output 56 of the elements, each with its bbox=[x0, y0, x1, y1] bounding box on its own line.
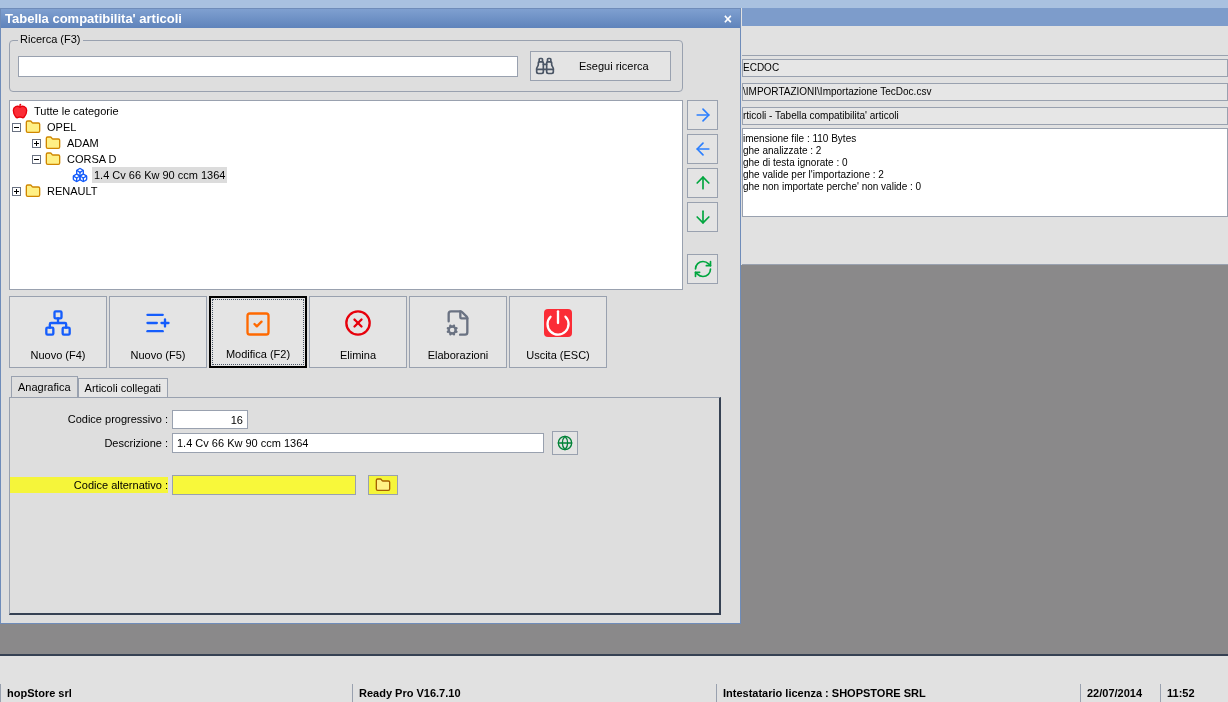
toolbar-button[interactable]: Nuovo (F5) bbox=[109, 296, 207, 368]
status-cell: Intestatario licenza : SHOPSTORE SRL bbox=[716, 684, 1080, 702]
status-cell: Ready Pro V16.7.10 bbox=[352, 684, 716, 702]
folder-icon bbox=[375, 477, 391, 493]
search-field[interactable] bbox=[18, 55, 518, 77]
status-cell: 22/07/2014 bbox=[1080, 684, 1160, 702]
folder-icon bbox=[25, 119, 41, 135]
number-field[interactable]: 16 bbox=[172, 410, 248, 429]
tree-add-icon bbox=[44, 309, 72, 337]
refresh-button[interactable] bbox=[687, 254, 718, 284]
window-title: Tabella compatibilita' articoli bbox=[5, 9, 182, 28]
field-label: Codice progressivo : bbox=[66, 412, 168, 428]
power-icon bbox=[544, 309, 572, 337]
folder-icon bbox=[25, 183, 41, 199]
down-arrow-button[interactable] bbox=[687, 202, 718, 232]
tree-item[interactable]: ADAM bbox=[65, 134, 101, 152]
document-gear-icon bbox=[444, 309, 472, 337]
cubes-icon bbox=[72, 167, 88, 183]
tree-item[interactable]: CORSA D bbox=[65, 150, 119, 168]
log-line: ghe analizzate : 2 bbox=[743, 145, 823, 157]
text-field[interactable]: 1.4 Cv 66 Kw 90 ccm 1364 bbox=[172, 433, 544, 453]
globe-button[interactable] bbox=[552, 431, 578, 455]
binoculars-icon bbox=[535, 56, 555, 76]
globe-icon bbox=[557, 435, 573, 451]
folder-button[interactable] bbox=[368, 475, 398, 495]
field-label: Descrizione : bbox=[103, 435, 168, 451]
status-cell: 11:52 bbox=[1160, 684, 1228, 702]
folder-icon bbox=[45, 135, 61, 151]
toolbar-button[interactable]: Nuovo (F4) bbox=[9, 296, 107, 368]
refresh-icon bbox=[692, 259, 713, 279]
log-line: imensione file : 110 Bytes bbox=[743, 133, 858, 145]
tree-item[interactable]: 1.4 Cv 66 Kw 90 ccm 1364 bbox=[92, 166, 228, 184]
expand-toggle[interactable] bbox=[32, 154, 41, 164]
right-arrow-button[interactable] bbox=[687, 100, 718, 130]
status-cell: hopStore srl bbox=[0, 684, 352, 702]
tree-item[interactable]: OPEL bbox=[45, 118, 79, 136]
up-arrow-button[interactable] bbox=[687, 168, 718, 198]
search-button[interactable]: Esegui ricerca bbox=[530, 51, 671, 81]
expand-toggle[interactable] bbox=[12, 122, 21, 132]
toolbar-button[interactable]: Uscita (ESC) bbox=[509, 296, 607, 368]
log-line: ghe di testa ignorate : 0 bbox=[743, 157, 849, 169]
tab[interactable]: Anagrafica bbox=[11, 376, 78, 397]
field-label: Codice alternativo : bbox=[10, 476, 168, 494]
toolbar-button[interactable]: Elimina bbox=[309, 296, 407, 368]
tree-item[interactable]: Tutte le categorie bbox=[32, 102, 121, 120]
folder-icon bbox=[45, 151, 61, 167]
text-field[interactable] bbox=[172, 475, 356, 495]
left-arrow-button[interactable] bbox=[687, 134, 718, 164]
expand-toggle[interactable] bbox=[32, 138, 41, 148]
toolbar-button[interactable]: Modifica (F2) bbox=[209, 296, 307, 368]
log-line: ghe valide per l'importazione : 2 bbox=[743, 169, 885, 181]
log-line: ghe non importate perche' non valide : 0 bbox=[743, 181, 923, 193]
expand-toggle[interactable] bbox=[12, 186, 21, 196]
tab[interactable]: Articoli collegati bbox=[77, 378, 168, 397]
tree-item[interactable]: RENAULT bbox=[45, 182, 100, 200]
toolbar-button[interactable]: Elaborazioni bbox=[409, 296, 507, 368]
